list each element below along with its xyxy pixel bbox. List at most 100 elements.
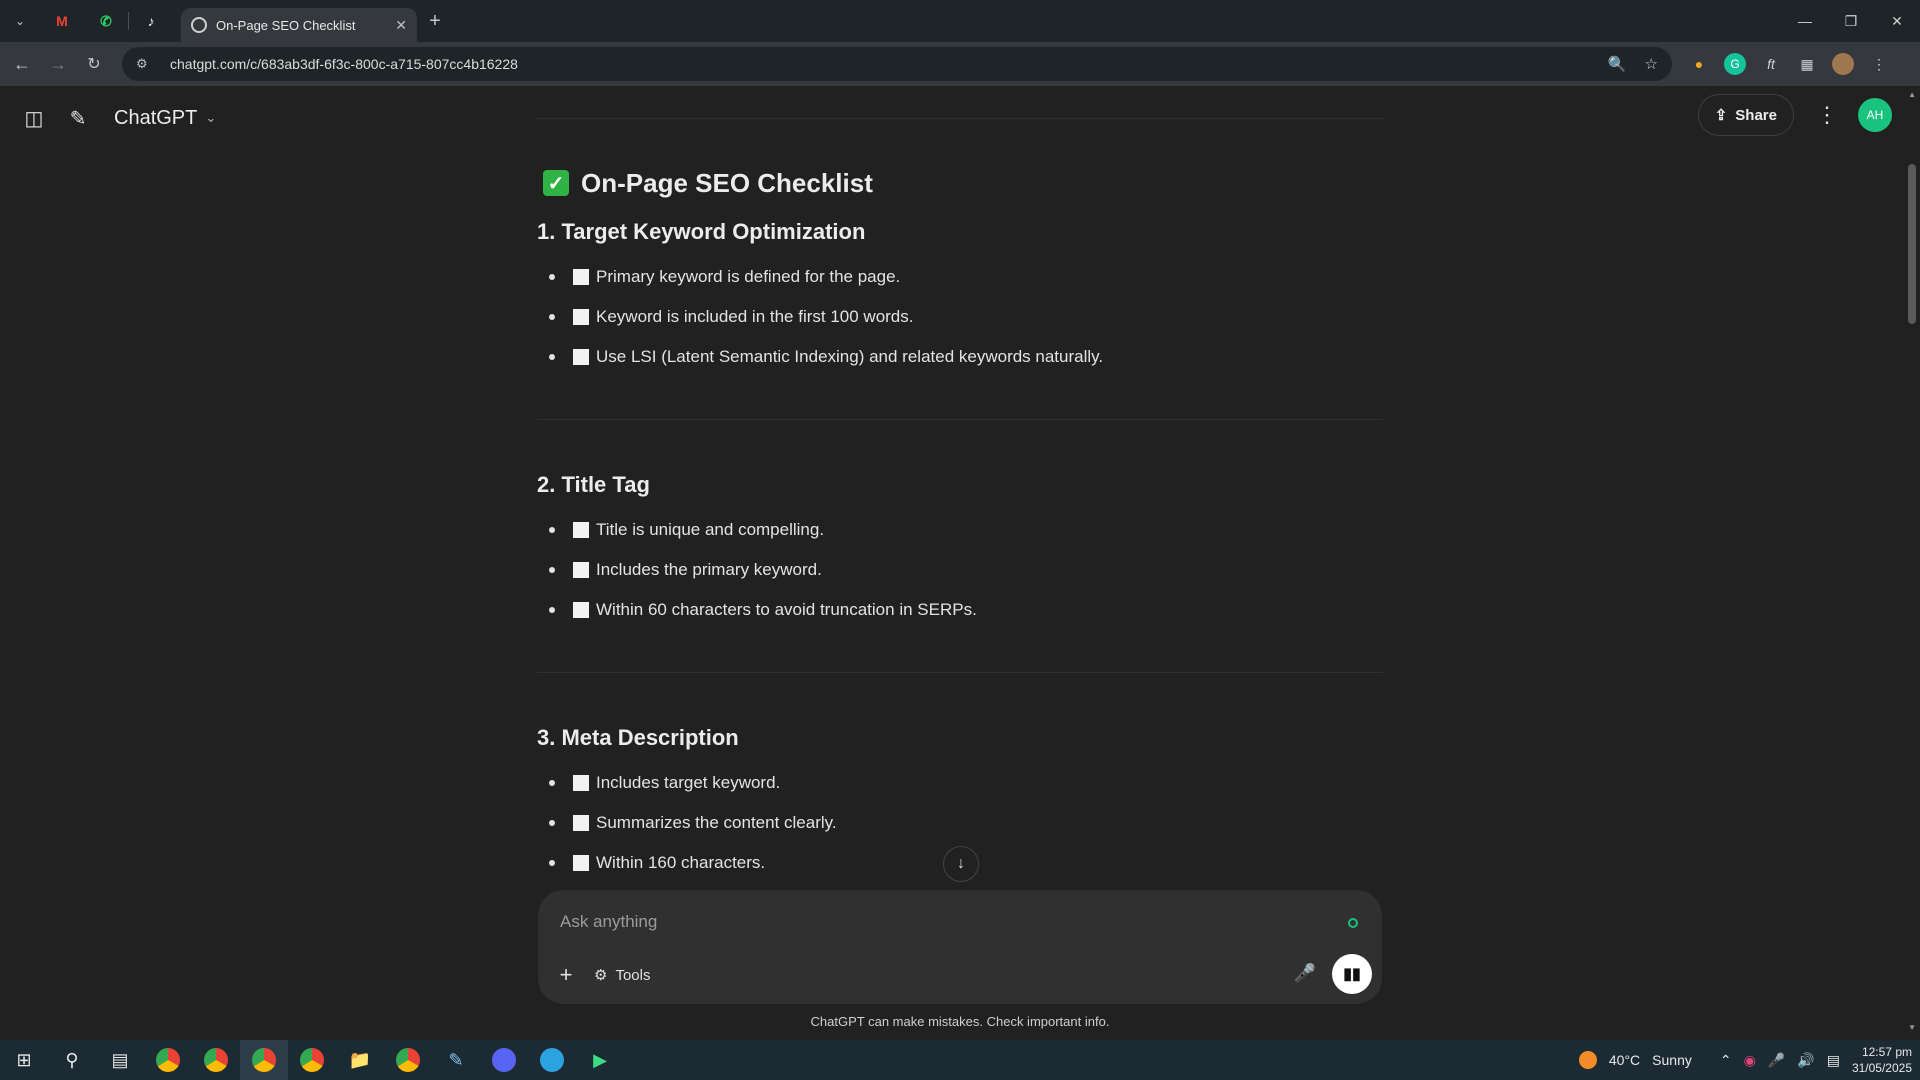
checkbox-icon (573, 309, 589, 325)
discord-icon[interactable] (480, 1040, 528, 1080)
profile-avatar-icon[interactable] (1832, 53, 1854, 75)
browser-toolbar: ← → ↻ ⚙ chatgpt.com/c/683ab3df-6f3c-800c… (0, 42, 1920, 86)
chrome-icon (204, 1048, 228, 1072)
gmail-icon[interactable]: M (40, 0, 84, 42)
volume-icon[interactable]: 🔊 (1797, 1052, 1814, 1069)
site-settings-icon[interactable]: ⚙ (136, 56, 156, 72)
microphone-icon[interactable]: 🎤 (1294, 963, 1316, 984)
checklist: Primary keyword is defined for the page.… (537, 257, 1383, 377)
item-text: Within 160 characters. (596, 853, 766, 872)
taskbar-chrome-1[interactable] (144, 1040, 192, 1080)
new-chat-icon[interactable]: ✎ (56, 96, 100, 140)
disclaimer: ChatGPT can make mistakes. Check importa… (810, 1014, 1110, 1029)
microphone-tray-icon[interactable]: 🎤 (1768, 1052, 1785, 1069)
item-text: Includes the primary keyword. (596, 560, 822, 579)
address-bar[interactable]: ⚙ chatgpt.com/c/683ab3df-6f3c-800c-a715-… (122, 47, 1672, 81)
scroll-to-bottom-button[interactable]: ↓ (943, 846, 979, 882)
taskbar-chrome-5[interactable] (384, 1040, 432, 1080)
section-heading: 2. Title Tag (537, 472, 650, 497)
extension-script-icon[interactable]: ft (1760, 53, 1782, 75)
system-tray: 40°C Sunny ⌃ ◉ 🎤 🔊 ▤ 12:57 pm 31/05/2025 (1578, 1040, 1912, 1080)
bullet-icon (549, 607, 555, 613)
tools-button[interactable]: ⚙ Tools (594, 966, 651, 985)
share-button[interactable]: ⇪ Share (1697, 94, 1794, 136)
show-hidden-icons-icon[interactable]: ⌃ (1720, 1052, 1732, 1069)
item-text: Primary keyword is defined for the page. (596, 267, 901, 286)
bullet-icon (549, 527, 555, 533)
list-item: Title is unique and compelling. (537, 510, 1383, 550)
vscode-icon[interactable]: ▶ (576, 1040, 624, 1080)
bullet-icon (549, 780, 555, 786)
chrome-icon (300, 1048, 324, 1072)
tools-label: Tools (615, 966, 651, 984)
close-tab-icon[interactable]: ✕ (395, 17, 407, 34)
tab-active[interactable]: On-Page SEO Checklist ✕ (181, 8, 417, 42)
divider (537, 419, 1383, 420)
section-heading: 3. Meta Description (537, 725, 739, 750)
scrollbar[interactable]: ▲ ▼ (1904, 86, 1920, 1040)
reload-icon[interactable]: ↻ (76, 46, 112, 82)
taskbar-chrome-3[interactable] (240, 1040, 288, 1080)
bullet-icon (549, 314, 555, 320)
telegram-icon[interactable] (528, 1040, 576, 1080)
item-text: Summarizes the content clearly. (596, 813, 837, 832)
new-tab-button[interactable]: + (417, 0, 453, 42)
scroll-up-arrow-icon[interactable]: ▲ (1908, 90, 1916, 99)
network-icon[interactable]: ▤ (1827, 1052, 1840, 1069)
back-icon[interactable]: ← (4, 46, 40, 82)
grammarly-icon[interactable]: G (1724, 53, 1746, 75)
section-title-tag: 2. Title Tag Title is unique and compell… (537, 470, 1383, 630)
list-item: Summarizes the content clearly. (537, 803, 1383, 843)
checkbox-icon (573, 269, 589, 285)
minimize-icon[interactable]: — (1782, 0, 1828, 42)
taskbar-chrome-2[interactable] (192, 1040, 240, 1080)
forward-icon[interactable]: → (40, 46, 76, 82)
extensions-puzzle-icon[interactable]: ▦ (1796, 53, 1818, 75)
sliders-icon: ⚙ (594, 967, 608, 984)
composer: + ⚙ Tools 🎤 ▮▮ (538, 890, 1382, 1004)
scrollbar-thumb[interactable] (1908, 164, 1916, 324)
list-item: Keyword is included in the first 100 wor… (537, 297, 1383, 337)
whatsapp-icon[interactable]: ✆ (84, 0, 128, 42)
page-title: ✓ On-Page SEO Checklist (543, 165, 1383, 201)
sidebar-toggle-icon[interactable]: ◫ (12, 96, 56, 140)
avatar[interactable]: AH (1858, 98, 1892, 132)
scroll-down-arrow-icon[interactable]: ▼ (1908, 1023, 1916, 1032)
divider (537, 672, 1383, 673)
task-view-icon[interactable]: ▤ (96, 1040, 144, 1080)
clock[interactable]: 12:57 pm 31/05/2025 (1852, 1044, 1912, 1076)
tiktok-icon[interactable]: ♪ (129, 0, 173, 42)
search-icon[interactable]: ⚲ (48, 1040, 96, 1080)
checkbox-icon (573, 562, 589, 578)
share-icon: ⇪ (1714, 107, 1728, 124)
more-options-icon[interactable]: ⋮ (1816, 102, 1838, 128)
extension-orange-icon[interactable]: ● (1688, 53, 1710, 75)
notepad-icon[interactable]: ✎ (432, 1040, 480, 1080)
restore-icon[interactable]: ❐ (1828, 0, 1874, 42)
voice-mode-button[interactable]: ▮▮ (1332, 954, 1372, 994)
divider (537, 118, 1383, 119)
taskbar-chrome-4[interactable] (288, 1040, 336, 1080)
check-mark-icon: ✓ (543, 170, 569, 196)
extensions-row: ● G ft ▦ ⋮ (1688, 47, 1890, 81)
checkbox-icon (573, 522, 589, 538)
section-heading: 1. Target Keyword Optimization (537, 219, 866, 244)
model-selector[interactable]: ChatGPT ⌄ (114, 107, 216, 130)
close-window-icon[interactable]: ✕ (1874, 0, 1920, 42)
list-item: Includes the primary keyword. (537, 550, 1383, 590)
chrome-icon (396, 1048, 420, 1072)
status-indicator-icon (1348, 918, 1358, 928)
prompt-input[interactable] (560, 912, 1320, 932)
bullet-icon (549, 860, 555, 866)
browser-menu-icon[interactable]: ⋮ (1868, 53, 1890, 75)
url-text[interactable]: chatgpt.com/c/683ab3df-6f3c-800c-a715-80… (170, 56, 1608, 72)
zoom-icon[interactable]: 🔍 (1608, 55, 1627, 73)
file-explorer-icon[interactable]: 📁 (336, 1040, 384, 1080)
windows-start-icon[interactable]: ⊞ (0, 1040, 48, 1080)
tab-search-chevron-icon[interactable]: ⌄ (0, 0, 40, 42)
add-attachment-button[interactable]: + (556, 962, 576, 988)
bookmark-star-icon[interactable]: ☆ (1645, 55, 1658, 73)
section-keyword-optimization: 1. Target Keyword Optimization Primary k… (537, 217, 1383, 377)
record-icon[interactable]: ◉ (1744, 1052, 1756, 1069)
item-text: Within 60 characters to avoid truncation… (596, 600, 977, 619)
